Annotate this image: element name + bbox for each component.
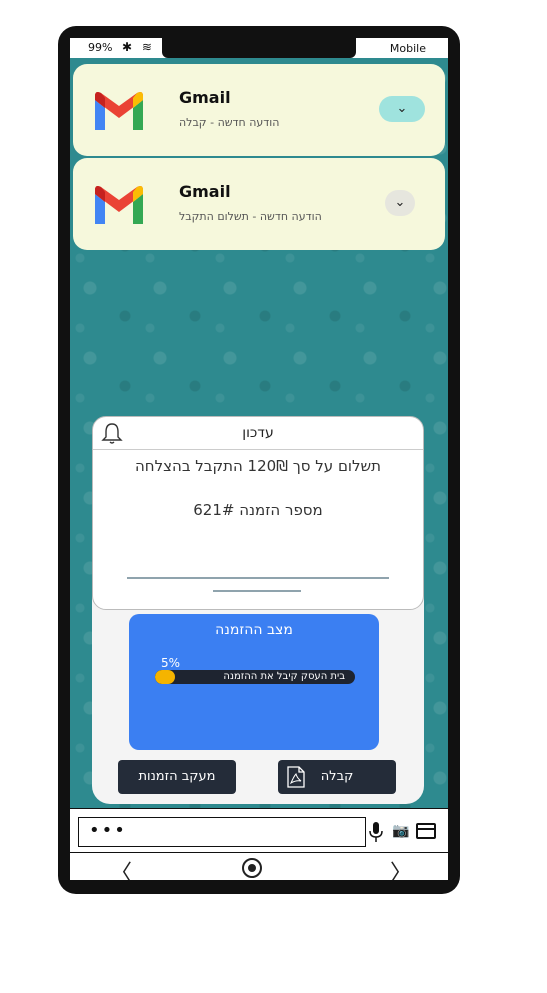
order-update-modal: עדכון תשלום על סך 120₪ התקבל בהצלחה מספר… xyxy=(92,416,424,804)
gmail-logo-icon xyxy=(95,92,143,130)
receipt-button[interactable]: קבלה xyxy=(278,760,396,794)
battery-level: 99% xyxy=(88,41,113,54)
chevron-down-icon[interactable]: ⌄ xyxy=(379,96,425,122)
message-input[interactable]: ••• xyxy=(78,817,366,847)
navigation-bar: 〈 〉 xyxy=(70,852,448,880)
microphone-icon[interactable] xyxy=(368,821,384,843)
bluetooth-wifi-icon: ✱ ≋ xyxy=(122,40,155,54)
camera-icon[interactable]: 📷 xyxy=(392,823,409,839)
input-dots: ••• xyxy=(89,820,127,841)
gmail-notification-receipt[interactable]: Gmail הודעה חדשה - קבלה ⌄ xyxy=(73,64,445,156)
notification-app-name: Gmail xyxy=(179,182,231,201)
divider-line xyxy=(127,577,389,579)
carrier-label: Mobile xyxy=(389,42,426,55)
drag-handle[interactable] xyxy=(213,590,301,592)
pdf-icon xyxy=(287,766,305,788)
progress-status-text: בית העסק קיבל את ההזמנה xyxy=(223,671,345,682)
gmail-notification-payment[interactable]: Gmail הודעה חדשה - תשלום התקבל ⌄ xyxy=(73,158,445,250)
status-bar: 99% ✱ ≋ Mobile xyxy=(70,38,448,58)
home-button-icon[interactable] xyxy=(242,858,262,878)
credit-card-icon[interactable] xyxy=(416,823,436,839)
order-status-title: מצב ההזמנה xyxy=(215,622,293,638)
order-number-text: מספר הזמנה 621# xyxy=(193,501,323,519)
back-arrow-icon[interactable]: 〈 xyxy=(110,855,132,880)
gmail-logo-icon xyxy=(95,186,143,224)
receipt-button-label: קבלה xyxy=(320,769,354,784)
update-title: עדכון xyxy=(242,425,274,441)
track-orders-button[interactable]: מעקב הזמנות xyxy=(118,760,236,794)
order-progress-bar: בית העסק קיבל את ההזמנה xyxy=(155,670,355,684)
progress-percent: 5% xyxy=(161,656,181,670)
phone-screen: 99% ✱ ≋ Mobile Gmail הודעה חדשה - קבלה ⌄… xyxy=(70,38,448,880)
notification-app-name: Gmail xyxy=(179,88,231,107)
progress-fill xyxy=(155,670,175,684)
message-input-bar: ••• 📷 xyxy=(70,808,448,853)
update-header: עדכון xyxy=(93,417,423,450)
notification-message: הודעה חדשה - תשלום התקבל xyxy=(179,210,322,223)
update-card: עדכון תשלום על סך 120₪ התקבל בהצלחה מספר… xyxy=(92,416,424,610)
notification-message: הודעה חדשה - קבלה xyxy=(179,116,280,129)
camera-notch xyxy=(162,38,356,58)
order-status-card: מצב ההזמנה 5% בית העסק קיבל את ההזמנה xyxy=(129,614,379,750)
forward-arrow-icon[interactable]: 〉 xyxy=(390,855,412,880)
chevron-down-icon[interactable]: ⌄ xyxy=(385,190,415,216)
payment-confirmation-text: תשלום על סך 120₪ התקבל בהצלחה xyxy=(135,457,381,475)
